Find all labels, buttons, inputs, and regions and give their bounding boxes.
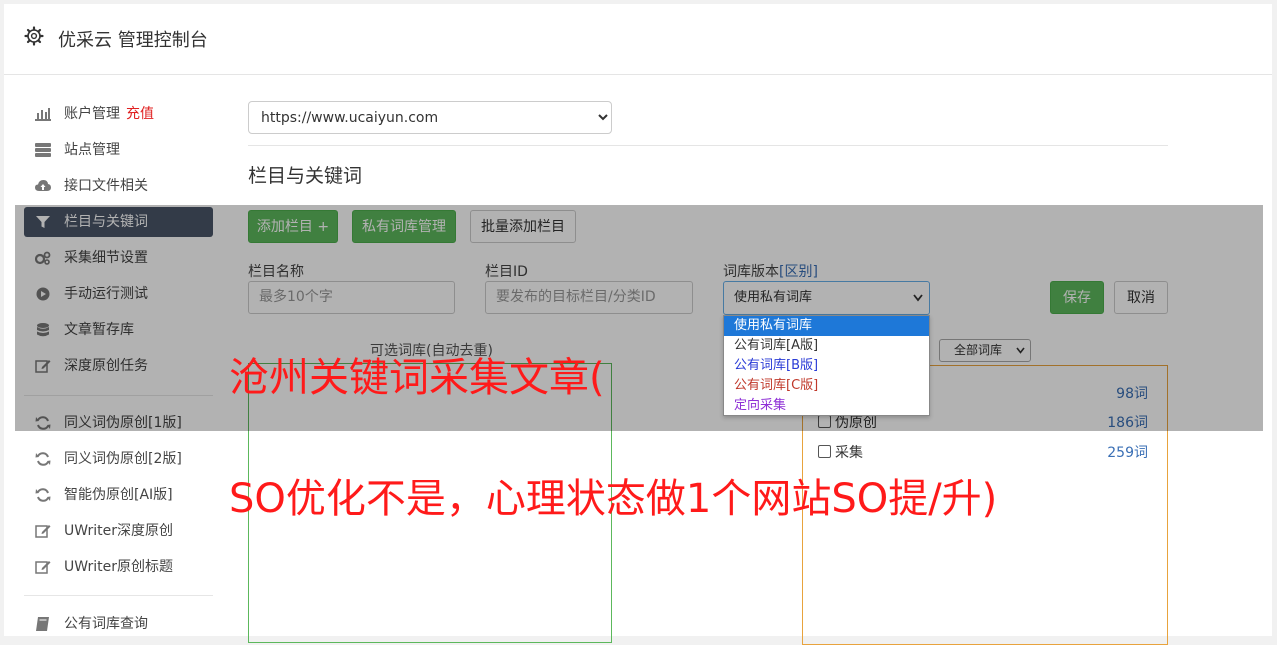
sidebar-item-deep-original-task[interactable]: 深度原创任务 (24, 351, 213, 381)
section-title: 栏目与关键词 (248, 165, 363, 187)
sidebar-item-uwriter-title[interactable]: UWriter原创标题 (24, 552, 213, 582)
sidebar-item-label: 账户管理 (64, 106, 120, 122)
watermark-line-1: 沧州关键词采集文章( (229, 355, 605, 401)
sidebar-item-synonym-v1[interactable]: 同义词伪原创[1版] (24, 408, 213, 438)
sidebar-item-uwriter-original[interactable]: UWriter深度原创 (24, 516, 213, 546)
sidebar-item-account[interactable]: 账户管理 充值 (24, 99, 213, 129)
column-name-input[interactable]: 最多10个字 (248, 281, 455, 314)
difference-link[interactable]: [区别] (779, 264, 818, 280)
sidebar-item-synonym-v2[interactable]: 同义词伪原创[2版] (24, 444, 213, 474)
sidebar-item-label: 栏目与关键词 (64, 214, 148, 230)
play-circle-icon (36, 287, 50, 301)
sidebar-item-columns-keywords[interactable]: 栏目与关键词 (24, 207, 213, 237)
checkbox[interactable] (818, 415, 831, 428)
sidebar-item-collect-settings[interactable]: 采集细节设置 (24, 243, 213, 273)
lib-version-label: 词库版本[区别] (723, 264, 818, 280)
sidebar-item-label: 公有词库查询 (64, 616, 148, 632)
refresh-icon (35, 416, 51, 430)
checkbox[interactable] (818, 445, 831, 458)
column-id-input[interactable]: 要发布的目标栏目/分类ID (485, 281, 693, 314)
sidebar-item-api-files[interactable]: 接口文件相关 (24, 171, 213, 201)
sidebar-item-label: 同义词伪原创[2版] (64, 451, 182, 467)
column-id-label: 栏目ID (485, 264, 528, 280)
app-header: 优采云 管理控制台 (4, 4, 1272, 75)
sidebar-item-article-store[interactable]: 文章暂存库 (24, 315, 213, 345)
cogs-icon (35, 251, 51, 265)
dropdown-option[interactable]: 公有词库[A版] (724, 336, 929, 356)
filter-icon (36, 216, 50, 228)
add-column-button[interactable]: 添加栏目 + (248, 210, 338, 243)
sidebar-item-manual-run[interactable]: 手动运行测试 (24, 279, 213, 309)
sidebar-item-label: 手动运行测试 (64, 286, 148, 302)
sidebar-item-label: 文章暂存库 (64, 322, 134, 338)
cancel-button[interactable]: 取消 (1114, 281, 1168, 314)
save-button[interactable]: 保存 (1050, 281, 1104, 314)
list-item[interactable]: 采集 259词 (818, 442, 1148, 462)
site-select[interactable]: https://www.ucaiyun.com (248, 101, 612, 134)
app-title: 优采云 管理控制台 (58, 30, 208, 51)
divider (248, 145, 1168, 146)
sidebar-item-label: 同义词伪原创[1版] (64, 415, 182, 431)
refresh-icon (35, 488, 51, 502)
bar-chart-icon (35, 108, 51, 121)
chevron-down-icon (1016, 347, 1025, 354)
sidebar-item-sites[interactable]: 站点管理 (24, 135, 213, 165)
sidebar-item-label: 深度原创任务 (64, 358, 148, 374)
batch-add-button[interactable]: 批量添加栏目 (470, 210, 576, 243)
edit-icon (35, 561, 51, 574)
edit-icon (35, 360, 51, 373)
sidebar-divider (24, 395, 213, 396)
lib-version-dropdown[interactable]: 使用私有词库 公有词库[A版] 公有词库[B版] 公有词库[C版] 定向采集 (723, 315, 930, 416)
refresh-icon (35, 452, 51, 466)
sidebar-item-public-lib-query[interactable]: 公有词库查询 (24, 609, 213, 639)
dropdown-option[interactable]: 定向采集 (724, 396, 929, 416)
server-icon (35, 143, 51, 157)
sidebar-divider (24, 595, 213, 596)
sidebar-item-label: 智能伪原创[AI版] (64, 487, 173, 503)
sidebar-item-label: 站点管理 (64, 142, 120, 158)
sidebar-item-ai-rewrite[interactable]: 智能伪原创[AI版] (24, 480, 213, 510)
column-name-label: 栏目名称 (248, 264, 304, 280)
chevron-down-icon (913, 294, 923, 302)
database-icon (37, 323, 49, 337)
cloud-upload-icon (35, 180, 51, 191)
lib-filter-select[interactable]: 全部词库 (939, 339, 1031, 362)
book-icon (36, 617, 49, 631)
lib-version-select[interactable]: 使用私有词库 (723, 281, 930, 315)
sidebar-item-label: UWriter深度原创 (64, 523, 173, 539)
watermark-line-2: SO优化不是，心理状态做1个网站SO提/升) (229, 476, 998, 522)
dropdown-option[interactable]: 公有词库[C版] (724, 376, 929, 396)
edit-icon (35, 525, 51, 538)
recharge-link[interactable]: 充值 (126, 106, 154, 122)
dropdown-option[interactable]: 使用私有词库 (724, 316, 929, 336)
gear-icon (24, 26, 44, 46)
sidebar-item-label: 采集细节设置 (64, 250, 148, 266)
private-lib-button[interactable]: 私有词库管理 (352, 210, 456, 243)
sidebar-item-label: 接口文件相关 (64, 178, 148, 194)
dropdown-option[interactable]: 公有词库[B版] (724, 356, 929, 376)
sidebar-item-label: UWriter原创标题 (64, 559, 173, 575)
